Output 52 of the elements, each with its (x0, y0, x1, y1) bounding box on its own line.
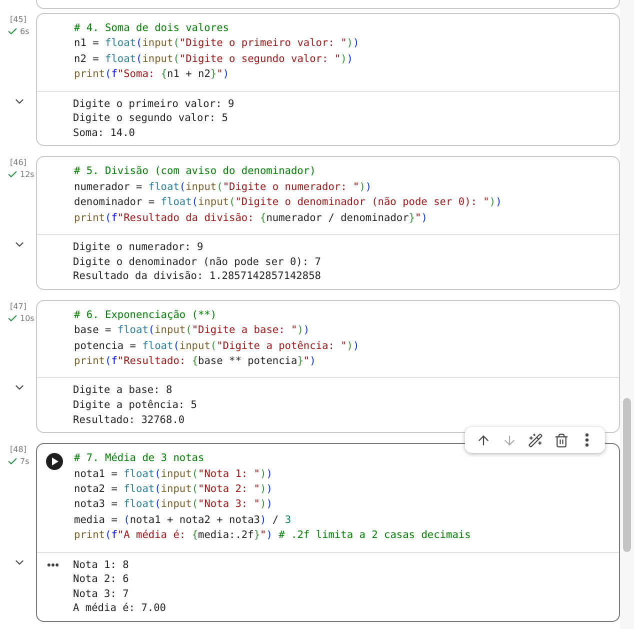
run-duration: 12s (20, 170, 34, 180)
output-line: Digite o segundo valor: 5 (73, 111, 229, 126)
execution-count: [48] (10, 445, 28, 454)
output-line: Digite a potência: 5 (73, 398, 198, 413)
code-cell[interactable] (36, 300, 620, 434)
code-line: # 5. Divisão (com aviso do denominador) (74, 164, 317, 180)
output-line: Resultado da divisão: 1.2857142857142858 (73, 269, 322, 284)
arrow-down-icon (502, 432, 516, 448)
code-line: n2 = float(input("Digite o segundo valor: ")) (74, 52, 354, 67)
code-line: potencia = float(input("Digite a potência: ")) (74, 338, 360, 354)
scrollbar-thumb[interactable] (623, 398, 631, 552)
code-line: denominador = float(input("Digite o denominador (não pode ser 0): ")) (74, 195, 503, 210)
code-line: print(f"Resultado da divisão: {numerador / denominador}") (74, 210, 428, 226)
code-line: media = (nota1 + nota2 + nota3) / 3 (74, 512, 292, 528)
code-line: print(f"Soma: {n1 + n2}") (74, 67, 230, 82)
output-line: Soma: 14.0 (73, 126, 136, 140)
code-cell[interactable] (36, 156, 620, 290)
code-line: print(f"A média é: {media:.2f}") # .2f limita a 2 casas decimais (74, 528, 472, 544)
code-line: n1 = float(input("Digite o primeiro valor: ")) (74, 36, 360, 52)
code-line: # 7. Média de 3 notas (74, 451, 206, 466)
output-line: Nota 1: 8 (73, 558, 130, 572)
output-line: Digite o primeiro valor: 9 (73, 96, 236, 112)
code-cell[interactable] (36, 443, 620, 622)
wand-icon (528, 432, 542, 448)
code-cell[interactable] (36, 0, 620, 9)
code-line: nota3 = float(input("Nota 3: ")) (74, 497, 274, 512)
code-line: # 4. Soma de dois valores (74, 21, 230, 36)
execution-count: [46] (10, 158, 28, 168)
output-line: Digite a base: 8 (73, 383, 174, 398)
code-line: base = float(input("Digite a base: ")) (74, 323, 311, 338)
output-line: Nota 2: 6 (73, 572, 130, 587)
code-line: nota1 = float(input("Nota 1: ")) (74, 466, 274, 482)
run-duration: 7s (20, 457, 30, 466)
trash-icon (554, 432, 568, 448)
output-line: Digite o numerador: 9 (73, 240, 204, 255)
scrollbar[interactable] (620, 0, 634, 629)
code-line: print(f"Resultado: {base ** potencia}") (74, 354, 317, 370)
code-line: # 6. Exponenciação (**) (74, 308, 218, 323)
play-icon (50, 457, 58, 466)
output-line: Resultado: 32768.0 (73, 412, 186, 428)
run-duration: 10s (20, 314, 34, 323)
more-icon (585, 433, 589, 448)
output-line: Nota 3: 7 (73, 586, 130, 602)
run-duration: 6s (20, 27, 30, 36)
output-line: A média é: 7.00 (73, 601, 167, 616)
run-button[interactable] (46, 453, 63, 470)
code-line: numerador = float(input("Digite o numerador: ")) (74, 180, 373, 195)
code-cell[interactable] (36, 13, 620, 146)
execution-count: [45] (10, 15, 28, 24)
output-line: Digite o denominador (não pode ser 0): 7 (73, 254, 322, 270)
execution-count: [47] (10, 302, 28, 311)
code-line: nota2 = float(input("Nota 2: ")) (74, 482, 274, 498)
